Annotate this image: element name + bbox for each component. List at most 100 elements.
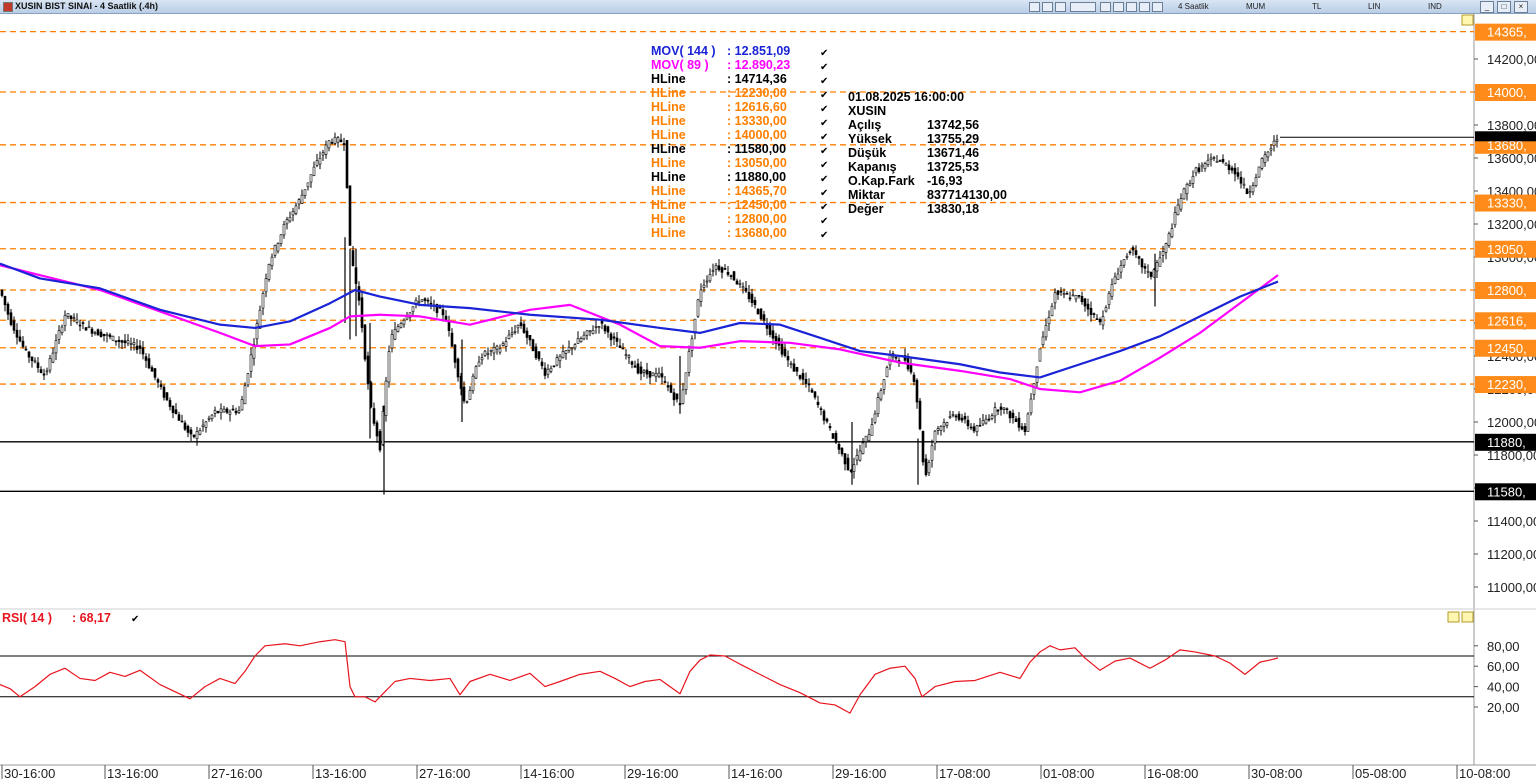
candle-body xyxy=(291,210,295,216)
candle-body xyxy=(1005,408,1009,411)
candle-body xyxy=(138,345,142,349)
candle-body xyxy=(1107,293,1111,305)
candle-body xyxy=(978,424,982,427)
candle-body xyxy=(93,332,97,334)
legend-label: HLine xyxy=(651,72,686,86)
x-tick-label: 29-16:00 xyxy=(627,766,678,779)
candle-body xyxy=(564,350,568,354)
x-tick-label: 13-16:00 xyxy=(315,766,366,779)
candle-body xyxy=(915,379,919,403)
period-selector[interactable]: 4 Saatlik xyxy=(1178,0,1209,13)
candle-body xyxy=(630,361,634,365)
currency-selector[interactable]: TL xyxy=(1312,0,1321,13)
candle-body xyxy=(882,379,886,390)
candle-body xyxy=(939,426,943,431)
candle-body xyxy=(264,278,268,293)
info-value: 13755,29 xyxy=(927,132,979,146)
toolbar-icon[interactable] xyxy=(1152,2,1163,12)
x-tick-label: 27-16:00 xyxy=(419,766,470,779)
legend-label: HLine xyxy=(651,198,686,212)
chart-area[interactable]: 14200,0014000,0013800,0013600,0013400,00… xyxy=(0,14,1536,779)
candle-body xyxy=(219,408,223,414)
candle-body xyxy=(192,434,196,438)
candle-body xyxy=(909,364,913,373)
indicator-selector[interactable]: IND xyxy=(1428,0,1442,13)
candle-body xyxy=(402,319,406,325)
candle-body xyxy=(843,453,847,465)
candle-body xyxy=(639,366,643,374)
minimize-button[interactable]: _ xyxy=(1480,1,1494,13)
candle-body xyxy=(303,189,307,196)
toolbar-icon[interactable] xyxy=(1100,2,1111,12)
candle-body xyxy=(1065,293,1069,295)
candle-body xyxy=(558,355,562,362)
candle-body xyxy=(534,346,538,359)
candle-body xyxy=(852,464,856,472)
candle-body xyxy=(789,363,793,365)
candle-body xyxy=(1089,307,1093,315)
candle-body xyxy=(378,431,382,451)
candle-body xyxy=(579,338,583,342)
window-titlebar: XUSIN BIST SINAI - 4 Saatlik (.4h) 4 Saa… xyxy=(0,0,1536,14)
x-tick-label: 30-16:00 xyxy=(4,766,55,779)
candle-body xyxy=(963,415,967,420)
candle-body xyxy=(1239,176,1243,184)
chart-type-selector[interactable]: MUM xyxy=(1246,0,1265,13)
close-button[interactable]: × xyxy=(1514,1,1528,13)
panel-handle[interactable] xyxy=(1461,14,1474,26)
candle-body xyxy=(129,343,133,345)
candle-body xyxy=(927,462,931,474)
candle-body xyxy=(768,324,772,335)
candle-body xyxy=(543,367,547,376)
candle-body xyxy=(702,284,706,288)
candle-body xyxy=(1110,283,1114,297)
toolbar-icon[interactable] xyxy=(1139,2,1150,12)
scale-selector[interactable]: LIN xyxy=(1368,0,1380,13)
info-value: 13725,53 xyxy=(927,160,979,174)
candle-body xyxy=(1140,258,1144,268)
panel-handle[interactable] xyxy=(1447,611,1460,623)
candle-body xyxy=(525,330,529,338)
pencil-icon[interactable] xyxy=(1126,2,1137,12)
candle-body xyxy=(972,426,976,432)
candle-body xyxy=(117,339,121,342)
panel-handle[interactable] xyxy=(1461,611,1474,623)
hline-price-label: 14365, xyxy=(1487,25,1527,40)
legend-value: : 12.890,23 xyxy=(727,58,790,72)
toolbar-icon[interactable] xyxy=(1029,2,1040,12)
candle-body xyxy=(126,340,130,344)
candle-body xyxy=(375,422,379,437)
toolbar-icon[interactable] xyxy=(1055,2,1066,12)
candle-body xyxy=(6,303,10,315)
candle-body xyxy=(351,250,355,266)
candle-body xyxy=(63,315,67,327)
info-value: 13830,18 xyxy=(927,202,979,216)
candle-body xyxy=(870,424,874,436)
candle-body xyxy=(336,137,340,143)
legend-value: : 12230,00 xyxy=(727,86,787,100)
candle-body xyxy=(1170,228,1174,238)
toolbar-icon[interactable] xyxy=(1042,2,1053,12)
info-value: 837714130,00 xyxy=(927,188,1007,202)
legend-label: HLine xyxy=(651,114,686,128)
candle-body xyxy=(786,355,790,361)
toolbar-dropdown[interactable] xyxy=(1070,2,1096,12)
candle-body xyxy=(1167,233,1171,246)
check-icon: ✔ xyxy=(820,90,828,101)
rsi-tick-label: 60,00 xyxy=(1487,659,1520,674)
legend-value: : 13330,00 xyxy=(727,114,787,128)
candle-body xyxy=(246,373,250,386)
candle-body xyxy=(306,182,310,188)
maximize-button[interactable]: □ xyxy=(1497,1,1511,13)
candle-body xyxy=(21,340,25,347)
toolbar-icon[interactable] xyxy=(1113,2,1124,12)
candle-body xyxy=(1164,243,1168,253)
candle-body xyxy=(51,352,55,363)
rsi-tick-label: 40,00 xyxy=(1487,680,1520,695)
candle-body xyxy=(9,312,13,325)
candle-body xyxy=(498,348,502,353)
candle-body xyxy=(387,351,391,383)
candle-body xyxy=(81,322,85,324)
candle-body xyxy=(1077,295,1081,297)
candle-body xyxy=(372,408,376,424)
